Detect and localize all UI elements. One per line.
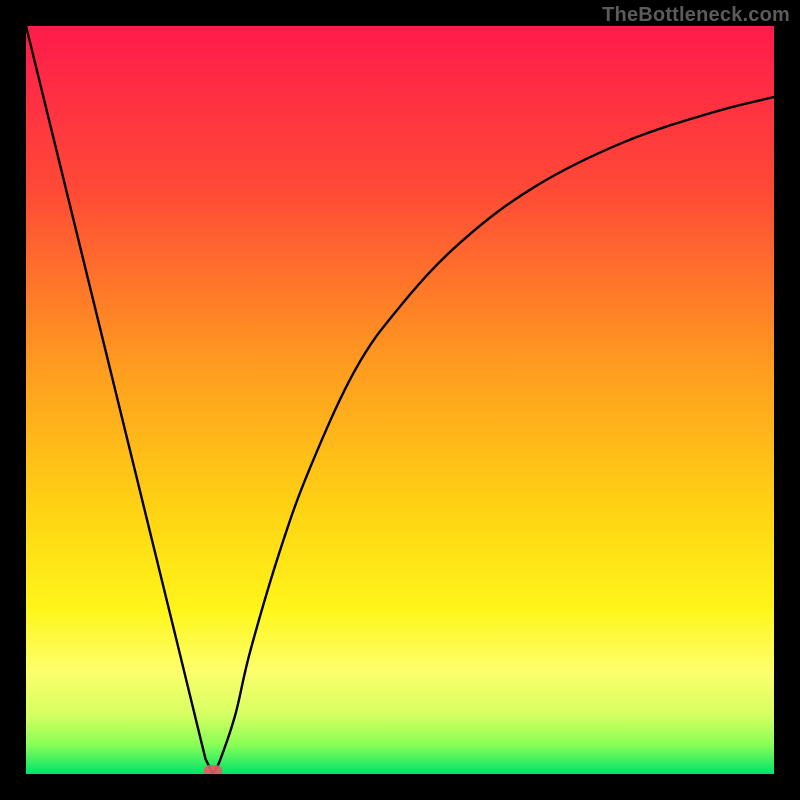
gradient-background	[26, 26, 774, 774]
chart-frame: TheBottleneck.com	[0, 0, 800, 800]
plot-area	[26, 26, 774, 774]
chart-svg	[26, 26, 774, 774]
watermark-text: TheBottleneck.com	[602, 4, 790, 27]
